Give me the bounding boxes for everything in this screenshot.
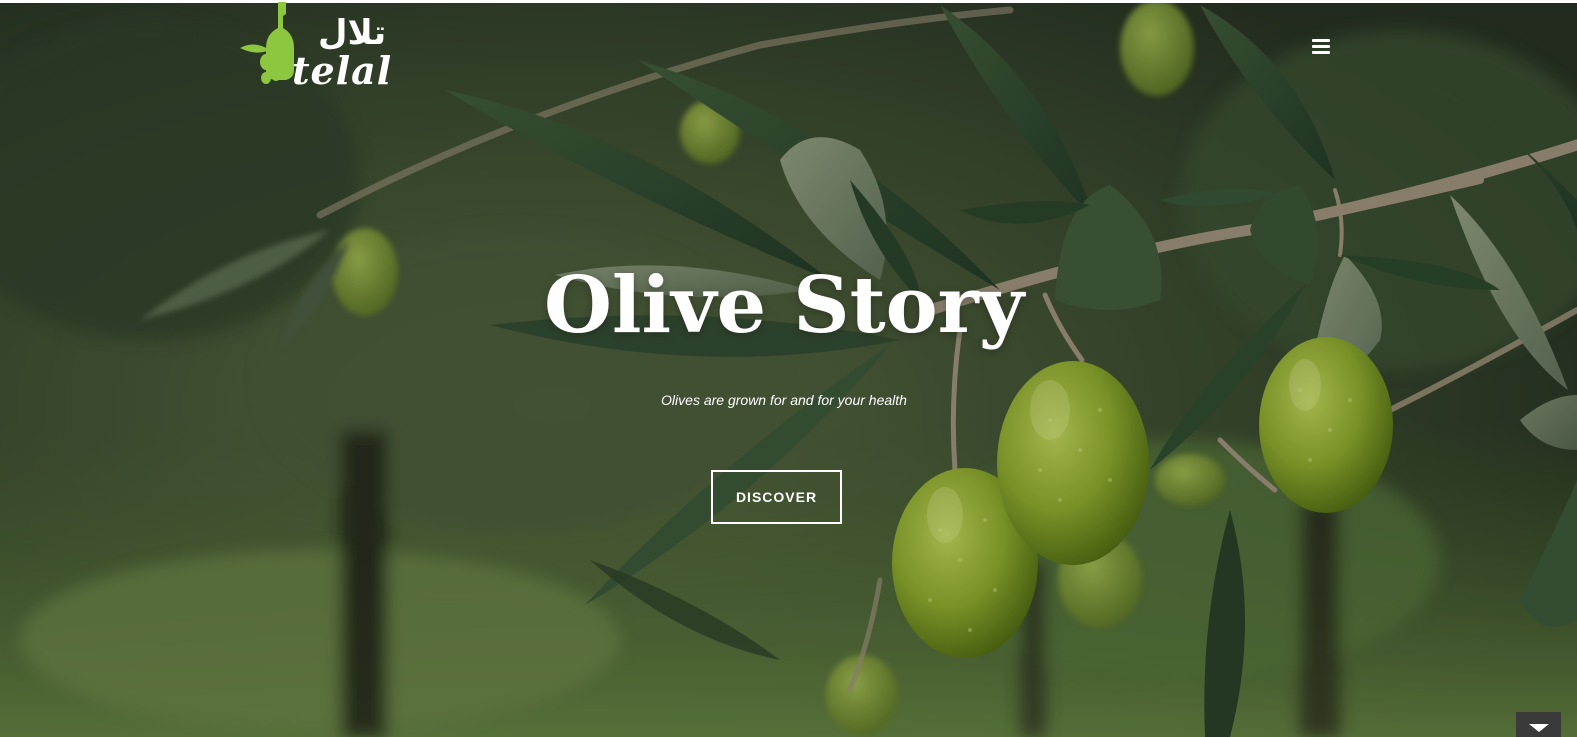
logo-arabic-text: تلال xyxy=(318,13,387,53)
hamburger-menu-icon-bar xyxy=(1312,45,1330,48)
scroll-down-button[interactable] xyxy=(1516,712,1561,737)
hero-section: تلال telal Olive Story Olives are grown … xyxy=(0,0,1577,737)
chevron-down-icon xyxy=(1529,724,1549,732)
discover-button[interactable]: DISCOVER xyxy=(711,470,842,524)
brand-logo[interactable]: تلال telal xyxy=(236,0,396,100)
hero-subtitle: Olives are grown for and for your health xyxy=(661,392,907,408)
hamburger-menu-icon-bar xyxy=(1312,51,1330,54)
hero-title: Olive Story xyxy=(543,260,1025,351)
logo-latin-text: telal xyxy=(292,48,393,93)
hamburger-menu-icon-bar xyxy=(1312,39,1330,42)
hero-background-image xyxy=(0,0,1577,737)
menu-button[interactable] xyxy=(1308,35,1334,59)
